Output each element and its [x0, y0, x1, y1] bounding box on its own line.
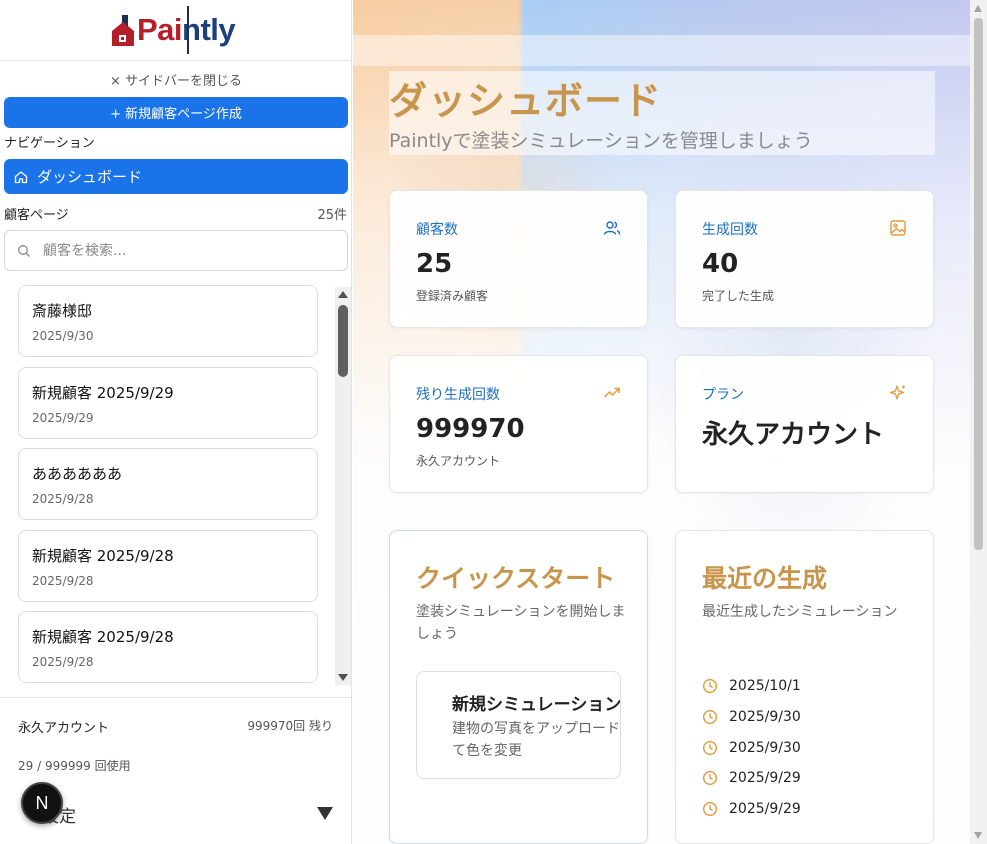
- stat-label: 顧客数: [416, 222, 458, 238]
- close-sidebar-button[interactable]: × サイドバーを閉じる: [0, 70, 352, 89]
- new-customer-page-button[interactable]: + 新規顧客ページ作成: [4, 97, 348, 128]
- home-icon: [14, 170, 28, 183]
- quick-start-title: クイックスタート: [416, 564, 616, 593]
- quick-start-card: クイックスタート 塗装シミュレーションを開始しましょう 新規シミュレーション 建…: [389, 530, 648, 844]
- stat-value: 999970: [416, 414, 525, 444]
- customer-name: 斎藤様邸: [32, 302, 93, 320]
- clock-icon: [702, 771, 718, 786]
- page-title: ダッシュボード: [389, 79, 663, 123]
- customer-list-item[interactable]: 新規顧客 2025/9/29 2025/9/29: [18, 366, 318, 439]
- house-logo-icon: [112, 15, 134, 46]
- clock-icon: [702, 740, 718, 755]
- recent-item[interactable]: 2025/9/29: [702, 763, 801, 794]
- nav-heading: ナビゲーション: [4, 136, 95, 151]
- recent-item[interactable]: 2025/10/1: [702, 671, 801, 702]
- customer-date: 2025/9/28: [32, 573, 94, 588]
- divider: [0, 60, 352, 61]
- customer-list-item[interactable]: 斎藤様邸 2025/9/30: [18, 285, 318, 357]
- sidebar: Paintly × サイドバーを閉じる + 新規顧客ページ作成 ナビゲーション …: [0, 0, 352, 844]
- clock-icon: [702, 710, 718, 725]
- customer-name: ああああああ: [32, 465, 123, 483]
- quick-start-description: 塗装シミュレーションを開始しましょう: [416, 604, 626, 642]
- page-subtitle: Paintlyで塗装シミュレーションを管理しましょう: [389, 130, 813, 152]
- new-simulation-title: 新規シミュレーション: [452, 695, 621, 715]
- sparkles-icon: [889, 385, 905, 400]
- customer-date: 2025/9/28: [32, 492, 94, 506]
- stat-value: 40: [702, 249, 739, 279]
- scroll-up-arrow-icon[interactable]: [974, 5, 982, 12]
- customer-date: 2025/9/29: [32, 410, 94, 425]
- main-content: ダッシュボード Paintlyで塗装シミュレーションを管理しましょう 顧客数 2…: [353, 0, 987, 844]
- image-icon: [890, 220, 906, 236]
- nav-item-dashboard-label: ダッシュボード: [37, 168, 143, 186]
- plan-name: 永久アカウント: [18, 721, 110, 736]
- customers-count: 25件: [317, 208, 347, 223]
- scroll-down-arrow-icon[interactable]: [338, 674, 348, 681]
- stat-label: プラン: [702, 387, 744, 403]
- recent-date: 2025/9/29: [729, 801, 801, 818]
- stat-label: 生成回数: [702, 222, 758, 238]
- recent-item[interactable]: 2025/9/30: [702, 702, 801, 733]
- recent-date: 2025/9/30: [729, 709, 801, 726]
- logo-brush-line: [187, 6, 189, 54]
- stat-value: 25: [416, 249, 453, 279]
- new-simulation-button[interactable]: 新規シミュレーション 建物の写真をアップロードして色を変更: [416, 671, 621, 779]
- customer-name: 新規顧客 2025/9/28: [32, 546, 174, 565]
- customer-list-item[interactable]: 新規顧客 2025/9/28 2025/9/28: [18, 611, 318, 683]
- plan-usage: 29 / 999999 回使用: [18, 759, 131, 773]
- customer-name: 新規顧客 2025/9/28: [32, 628, 174, 646]
- stat-caption: 登録済み顧客: [416, 289, 489, 303]
- recent-date: 2025/10/1: [729, 678, 801, 695]
- recent-list: 2025/10/1 2025/9/30 2025/9/30 2025/9/29 …: [702, 671, 801, 824]
- plan-value: 永久アカウント: [702, 420, 885, 450]
- app-logo[interactable]: Paintly: [110, 6, 245, 54]
- trending-up-icon: [603, 387, 620, 398]
- stat-caption: 完了した生成: [702, 289, 775, 303]
- recent-title: 最近の生成: [702, 564, 828, 593]
- customers-heading: 顧客ページ: [4, 208, 69, 223]
- recent-generations-card: 最近の生成 最近生成したシミュレーション 2025/10/1 2025/9/30…: [675, 530, 934, 844]
- customer-search-box[interactable]: [4, 230, 348, 271]
- clock-icon: [702, 679, 718, 694]
- customer-date: 2025/9/28: [32, 655, 94, 669]
- nav-item-dashboard[interactable]: ダッシュボード: [4, 159, 348, 194]
- page-scrollbar[interactable]: [970, 0, 987, 844]
- customer-list-item[interactable]: ああああああ 2025/9/28: [18, 448, 318, 520]
- stat-card-plan: プラン 永久アカウント: [675, 355, 934, 493]
- stat-caption: 永久アカウント: [416, 454, 501, 468]
- recent-item[interactable]: 2025/9/30: [702, 732, 801, 763]
- divider: [0, 697, 352, 698]
- scroll-up-arrow-icon[interactable]: [338, 291, 348, 298]
- background-band: [353, 35, 970, 66]
- stat-card-remaining: 残り生成回数 999970 永久アカウント: [389, 355, 648, 493]
- scroll-down-arrow-icon[interactable]: [974, 832, 982, 839]
- stat-card-generations: 生成回数 40 完了した生成: [675, 190, 934, 328]
- plan-remaining: 999970回 残り: [247, 719, 333, 733]
- customer-list: 斎藤様邸 2025/9/30 新規顧客 2025/9/29 2025/9/29 …: [18, 285, 318, 693]
- scrollbar-thumb[interactable]: [974, 18, 983, 550]
- customer-search-input[interactable]: [43, 242, 323, 259]
- customer-name: 新規顧客 2025/9/29: [32, 383, 174, 402]
- recent-item[interactable]: 2025/9/29: [702, 794, 801, 825]
- search-icon: [18, 244, 30, 257]
- recent-date: 2025/9/29: [729, 770, 801, 787]
- new-simulation-description: 建物の写真をアップロードして色を変更: [452, 721, 621, 759]
- customer-list-item[interactable]: 新規顧客 2025/9/28 2025/9/28: [18, 529, 318, 602]
- nextjs-dev-badge[interactable]: N: [21, 782, 63, 824]
- caret-down-icon[interactable]: [317, 807, 333, 820]
- customer-date: 2025/9/30: [32, 329, 94, 343]
- customer-list-scrollbar[interactable]: [335, 287, 351, 685]
- stat-card-customers: 顧客数 25 登録済み顧客: [389, 190, 648, 328]
- stat-label: 残り生成回数: [416, 387, 500, 403]
- recent-description: 最近生成したシミュレーション: [702, 604, 898, 620]
- users-icon: [603, 221, 621, 235]
- clock-icon: [702, 802, 718, 817]
- scrollbar-thumb[interactable]: [338, 305, 348, 377]
- recent-date: 2025/9/30: [729, 739, 801, 756]
